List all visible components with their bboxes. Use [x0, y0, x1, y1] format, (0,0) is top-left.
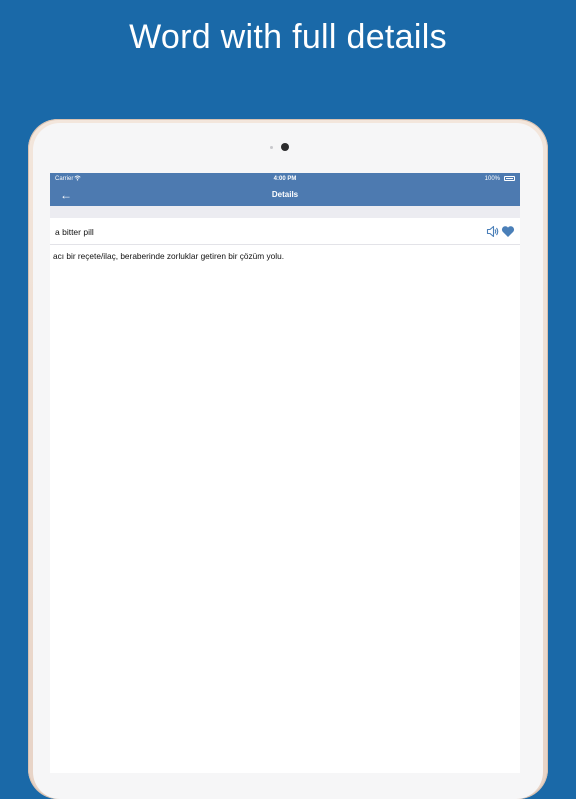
- status-bar: Carrier 4:00 PM 100%: [50, 173, 520, 185]
- header-spacer: [50, 206, 520, 218]
- app-screen: Carrier 4:00 PM 100% ← Details a bitter …: [50, 173, 520, 773]
- status-time: 4:00 PM: [273, 176, 297, 182]
- battery-percent: 100%: [484, 176, 500, 182]
- navigation-bar: ← Details: [50, 185, 520, 206]
- front-sensor: [270, 146, 273, 149]
- heart-icon[interactable]: [501, 225, 515, 238]
- battery-icon: [504, 176, 515, 181]
- speaker-icon[interactable]: [486, 225, 500, 238]
- promo-headline: Word with full details: [129, 18, 447, 56]
- word-text: a bitter pill: [55, 227, 94, 237]
- definition-text: acı bir reçete/ilaç, beraberinde zorlukl…: [53, 251, 285, 261]
- word-row: a bitter pill: [50, 218, 520, 245]
- page-title: Details: [271, 190, 299, 199]
- front-camera: [281, 143, 289, 151]
